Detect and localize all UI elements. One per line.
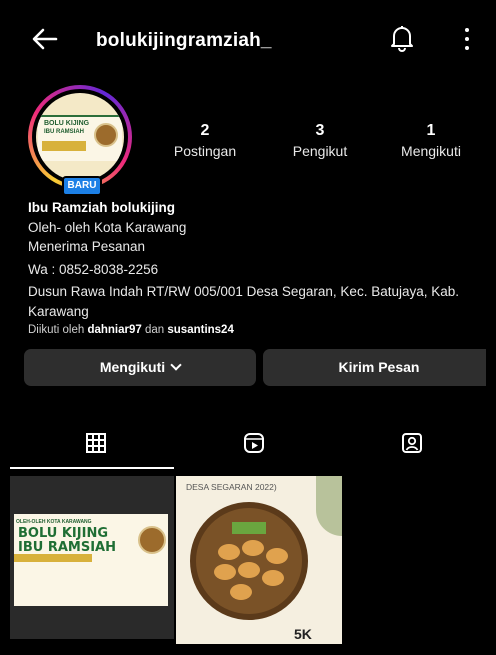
following-button-label: Mengikuti (99, 359, 166, 375)
avatar-logo (94, 123, 118, 147)
bell-icon[interactable] (389, 24, 415, 52)
profile-screen: bolukijingramziah_ BOLU KIJING IBU RAMSI… (10, 8, 486, 648)
post-text: DESA SEGARAN 2022) (186, 482, 277, 492)
bio-address: Dusun Rawa Indah RT/RW 005/001 Desa Sega… (28, 284, 460, 299)
stat-posts-count: 2 (200, 122, 210, 139)
post-price: 5K (294, 626, 312, 642)
post-thumbnail[interactable]: 5K (176, 476, 342, 644)
follower-link[interactable]: dahniar97 (87, 324, 141, 336)
stat-followers[interactable]: 3 Pengikut (265, 122, 375, 159)
stat-followers-label: Pengikut (292, 143, 348, 159)
followed-by[interactable]: Diikuti oleh dahniar97 dan susantins24 (28, 324, 234, 336)
top-bar: bolukijingramziah_ (10, 8, 486, 68)
story-ring[interactable]: BOLU KIJING IBU RAMSIAH (28, 85, 132, 189)
avatar-text-line: BOLU KIJING (44, 120, 90, 127)
cake-image (230, 584, 252, 600)
following-button[interactable]: Mengikuti (24, 349, 256, 386)
active-tab-indicator (10, 467, 174, 469)
stat-following[interactable]: 1 Mengikuti (376, 122, 486, 159)
cake-bowl-image (190, 502, 308, 620)
profile-name: Ibu Ramziah bolukijing (28, 200, 176, 215)
post-thumbnail[interactable]: OLEH-OLEH KOTA KARAWANG BOLU KIJING IBU … (10, 476, 174, 639)
tab-posts[interactable] (16, 428, 174, 468)
follower-link[interactable]: susantins24 (167, 324, 233, 336)
chevron-down-icon (170, 359, 182, 371)
cake-image (266, 548, 288, 564)
back-arrow-icon[interactable] (30, 24, 60, 54)
profile-username: bolukijingramziah_ (96, 30, 272, 51)
tab-reels[interactable] (174, 428, 332, 468)
new-badge: BARU (62, 176, 102, 196)
message-button-label: Kirim Pesan (338, 359, 420, 375)
tab-tagged[interactable] (332, 428, 486, 468)
tagged-icon (402, 433, 422, 453)
leaf-decoration (316, 476, 342, 536)
message-button[interactable]: Kirim Pesan (263, 349, 486, 386)
bio-line: Menerima Pesanan (28, 239, 146, 254)
bio-address-cont: Karawang (28, 304, 89, 319)
bio-line: Oleh- oleh Kota Karawang (28, 220, 187, 235)
stat-following-label: Mengikuti (401, 143, 461, 159)
cake-image (214, 564, 236, 580)
cake-image (262, 570, 284, 586)
stat-followers-count: 3 (315, 122, 325, 139)
reels-icon (244, 433, 264, 453)
more-options-icon[interactable] (462, 26, 472, 52)
post-title: BOLU KIJING (18, 526, 108, 541)
followed-by-and: dan (144, 324, 165, 336)
avatar: BOLU KIJING IBU RAMSIAH (36, 93, 124, 181)
post-logo (138, 526, 166, 554)
grid-icon (86, 433, 106, 453)
cake-image (218, 544, 240, 560)
avatar-text-line: IBU RAMSIAH (44, 129, 84, 135)
cake-image (242, 540, 264, 556)
stat-posts-label: Postingan (173, 143, 237, 159)
cake-image (238, 562, 260, 578)
stat-following-count: 1 (426, 122, 436, 139)
stat-posts[interactable]: 2 Postingan (150, 122, 260, 159)
followed-by-prefix: Diikuti oleh (28, 324, 85, 336)
bio-phone: Wa : 0852-8038-2256 (28, 262, 159, 277)
post-title: IBU RAMSIAH (18, 540, 116, 555)
post-text: OLEH-OLEH KOTA KARAWANG (16, 519, 92, 525)
